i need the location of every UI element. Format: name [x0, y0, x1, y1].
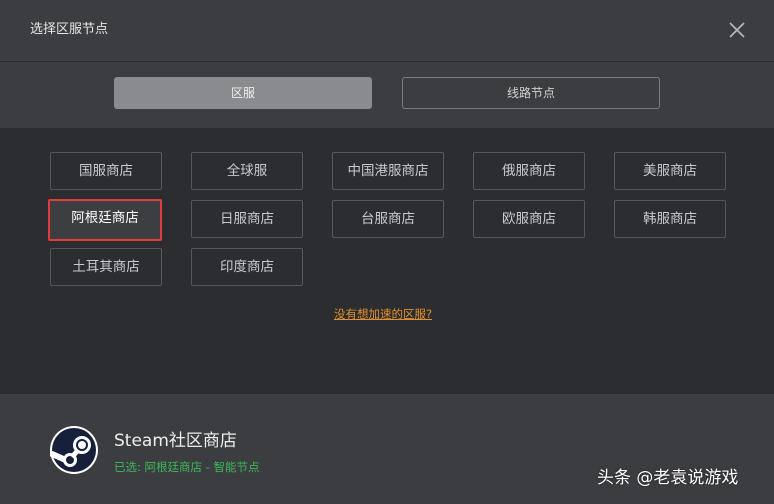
steam-logo-icon	[49, 426, 98, 474]
tab-route-node[interactable]: 线路节点	[402, 77, 660, 109]
server-option-cn[interactable]: 国服商店	[50, 152, 162, 190]
watermark: 头条 @老袁说游戏	[597, 468, 739, 488]
server-option-tr[interactable]: 土耳其商店	[50, 248, 162, 286]
tab-bar: 区服 线路节点	[0, 63, 774, 128]
server-option-kr[interactable]: 韩服商店	[614, 200, 726, 238]
server-option-ar[interactable]: 阿根廷商店	[48, 199, 162, 241]
server-option-eu[interactable]: 欧服商店	[473, 200, 585, 238]
server-list: 国服商店 全球服 中国港服商店 俄服商店 美服商店 阿根廷商店 日服商店 台服商…	[0, 128, 774, 394]
close-icon[interactable]	[726, 19, 748, 41]
title-bar: 选择区服节点	[0, 0, 774, 62]
tab-region[interactable]: 区服	[114, 77, 372, 109]
server-option-ru[interactable]: 俄服商店	[473, 152, 585, 190]
game-name: Steam社区商店	[114, 431, 237, 451]
server-option-global[interactable]: 全球服	[191, 152, 303, 190]
server-option-tw[interactable]: 台服商店	[332, 200, 444, 238]
dialog-title: 选择区服节点	[30, 22, 109, 37]
selected-node-status: 已选: 阿根廷商店 - 智能节点	[114, 460, 260, 474]
missing-region-link[interactable]: 没有想加速的区服?	[334, 306, 432, 322]
footer: Steam社区商店 已选: 阿根廷商店 - 智能节点 头条 @老袁说游戏	[0, 394, 774, 504]
server-option-hk[interactable]: 中国港服商店	[332, 152, 444, 190]
server-option-jp[interactable]: 日服商店	[191, 200, 303, 238]
server-option-in[interactable]: 印度商店	[191, 248, 303, 286]
server-option-us[interactable]: 美服商店	[614, 152, 726, 190]
